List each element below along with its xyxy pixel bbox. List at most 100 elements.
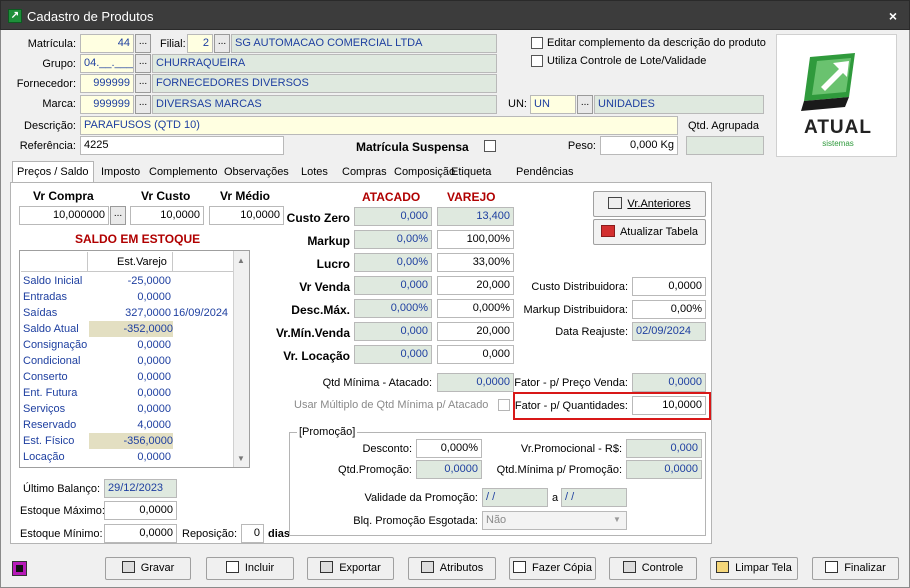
- varejo-field[interactable]: 20,000: [437, 276, 514, 295]
- matricula-suspensa-checkbox[interactable]: [484, 140, 496, 152]
- fator-quantidades-field[interactable]: 10,0000: [632, 396, 706, 415]
- table-row[interactable]: Saldo Inicial -25,0000: [21, 273, 233, 289]
- filial-field[interactable]: 2: [187, 34, 213, 53]
- table-row[interactable]: Saldo Atual -352,0000: [21, 321, 233, 337]
- tab-pendencias[interactable]: Pendências: [512, 162, 578, 182]
- referencia-field[interactable]: 4225: [80, 136, 284, 155]
- fornecedor-label: Fornecedor:: [16, 78, 76, 90]
- table-row[interactable]: Ent. Futura 0,0000: [21, 385, 233, 401]
- controle-lote-checkbox[interactable]: [531, 55, 543, 67]
- row-value: 0,0000: [137, 291, 171, 303]
- validade-label: Validade da Promoção:: [364, 492, 478, 504]
- matricula-browse-button[interactable]: ...: [135, 34, 151, 53]
- filial-browse-button[interactable]: ...: [214, 34, 230, 53]
- status-icon: [12, 561, 27, 576]
- marca-field[interactable]: 999999: [80, 95, 134, 114]
- atacado-field: 0,000: [354, 276, 432, 295]
- row-label: Saldo Atual: [23, 323, 79, 335]
- table-row[interactable]: Reservado 4,0000: [21, 417, 233, 433]
- grupo-field[interactable]: 04.__.___: [80, 54, 134, 73]
- atacado-field: 0,000: [354, 322, 432, 341]
- table-row[interactable]: Entradas 0,0000: [21, 289, 233, 305]
- table-row[interactable]: Condicional 0,0000: [21, 353, 233, 369]
- vr-medio-label: Vr Médio: [220, 189, 271, 203]
- data-reajuste-label: Data Reajuste:: [555, 326, 628, 338]
- finalizar-button[interactable]: Finalizar: [812, 557, 899, 580]
- atualizar-tabela-button[interactable]: Atualizar Tabela: [593, 219, 706, 245]
- varejo-field[interactable]: 100,00%: [437, 230, 514, 249]
- row-label: Consignação: [23, 339, 88, 351]
- descricao-field[interactable]: PARAFUSOS (QTD 10): [80, 116, 678, 135]
- matricula-label: Matrícula:: [27, 38, 76, 50]
- table-row[interactable]: Conserto 0,0000: [21, 369, 233, 385]
- row-label: Entradas: [23, 291, 68, 303]
- usar-multiplo-checkbox[interactable]: [498, 399, 510, 411]
- row-date: 16/09/2024: [173, 307, 229, 319]
- row-label: Reservado: [23, 419, 77, 431]
- varejo-field[interactable]: 33,00%: [437, 253, 514, 272]
- fornecedor-browse-button[interactable]: ...: [135, 74, 151, 93]
- table-row[interactable]: Est. Físico -356,0000: [21, 433, 233, 449]
- fazer-copia-button[interactable]: Fazer Cópia: [509, 557, 596, 580]
- limpar-tela-button[interactable]: Limpar Tela: [710, 557, 798, 580]
- row-label: Est. Físico: [23, 435, 75, 447]
- vr-compra-field[interactable]: 10,000000: [19, 206, 109, 225]
- tab-lotes[interactable]: Lotes: [297, 162, 332, 182]
- matricula-suspensa-label: Matrícula Suspensa: [356, 140, 469, 154]
- fornecedor-field[interactable]: 999999: [80, 74, 134, 93]
- marca-browse-button[interactable]: ...: [135, 95, 151, 114]
- eraser-icon: [716, 561, 730, 573]
- blq-promocao-select[interactable]: Não: [482, 511, 627, 530]
- un-field[interactable]: UN: [530, 95, 576, 114]
- tab-observacoes[interactable]: Observações: [220, 162, 293, 182]
- row-label: Serviços: [23, 403, 66, 415]
- varejo-field[interactable]: 0,000: [437, 345, 514, 364]
- editar-complemento-checkbox[interactable]: [531, 37, 543, 49]
- vr-custo-field[interactable]: 10,0000: [130, 206, 204, 225]
- close-icon[interactable]: ×: [889, 8, 897, 24]
- grupo-browse-button[interactable]: ...: [135, 54, 151, 73]
- desconto-field[interactable]: 0,000%: [416, 439, 482, 458]
- exportar-button[interactable]: Exportar: [307, 557, 394, 580]
- fornecedor-name: FORNECEDORES DIVERSOS: [152, 74, 497, 93]
- tab-imposto[interactable]: Imposto: [97, 162, 144, 182]
- estoque-maximo-field[interactable]: 0,0000: [104, 501, 177, 520]
- estoque-minimo-field[interactable]: 0,0000: [104, 524, 177, 543]
- scroll-down-icon[interactable]: ▼: [237, 454, 245, 463]
- grid-scrollbar[interactable]: ▲ ▼: [233, 251, 249, 467]
- table-row[interactable]: Serviços 0,0000: [21, 401, 233, 417]
- tab-etiqueta[interactable]: Etiqueta: [447, 162, 495, 182]
- copy-icon: [513, 561, 527, 573]
- row-value: -25,0000: [127, 275, 171, 287]
- table-row[interactable]: Saídas 327,0000 16/09/2024: [21, 305, 233, 321]
- matricula-field[interactable]: 44: [80, 34, 134, 53]
- export-icon: [320, 561, 334, 573]
- varejo-field[interactable]: 0,000%: [437, 299, 514, 318]
- tab-compras[interactable]: Compras: [338, 162, 391, 182]
- custo-distribuidora-field[interactable]: 0,0000: [632, 277, 706, 296]
- tab-precos-saldo[interactable]: Preços / Saldo: [12, 161, 94, 182]
- incluir-button[interactable]: Incluir: [206, 557, 294, 580]
- atributos-button[interactable]: Atributos: [408, 557, 496, 580]
- ultimo-balanco-field: 29/12/2023: [104, 479, 177, 498]
- controle-button[interactable]: Controle: [609, 557, 697, 580]
- editar-complemento-label: Editar complemento da descrição do produ…: [547, 37, 766, 49]
- row-label: Conserto: [23, 371, 68, 383]
- peso-field[interactable]: 0,000 Kg: [600, 136, 678, 155]
- row-value: -356,0000: [89, 433, 173, 449]
- scroll-up-icon[interactable]: ▲: [237, 256, 245, 265]
- reposicao-field[interactable]: 0: [241, 524, 264, 543]
- table-row[interactable]: Locação 0,0000: [21, 449, 233, 465]
- varejo-field: 13,400: [437, 207, 514, 226]
- table-row[interactable]: Consignação 0,0000: [21, 337, 233, 353]
- vr-compra-browse-button[interactable]: ...: [110, 206, 126, 225]
- varejo-field[interactable]: 20,000: [437, 322, 514, 341]
- tab-complemento[interactable]: Complemento: [145, 162, 221, 182]
- gravar-button[interactable]: Gravar: [105, 557, 191, 580]
- pricing-row-label: Desc.Máx.: [291, 303, 350, 317]
- atacado-field: 0,00%: [354, 253, 432, 272]
- markup-distribuidora-field[interactable]: 0,00%: [632, 300, 706, 319]
- vr-anteriores-button[interactable]: Vr.Anteriores: [593, 191, 706, 217]
- un-browse-button[interactable]: ...: [577, 95, 593, 114]
- title-bar: ↗ Cadastro de Produtos ×: [0, 0, 910, 30]
